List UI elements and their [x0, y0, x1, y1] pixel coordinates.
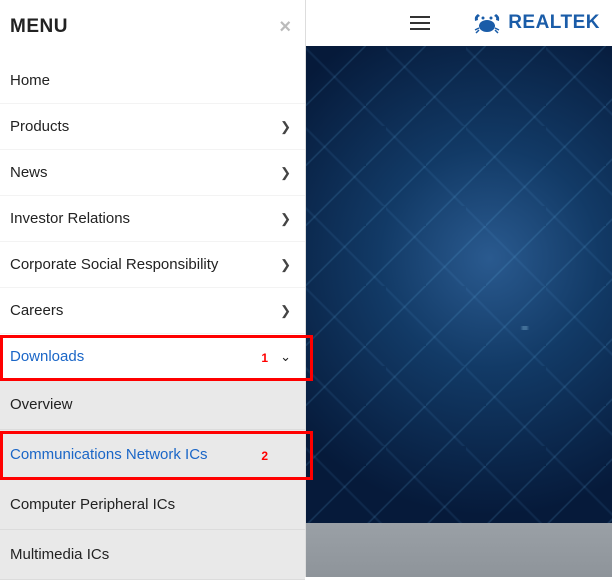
sub-item-label: Communications Network ICs [10, 446, 208, 463]
brand-logo[interactable]: REALTEK [472, 10, 600, 36]
hero-footer-strip [306, 523, 612, 577]
chevron-right-icon: ❯ [280, 119, 291, 135]
brand-text: REALTEK [508, 12, 600, 34]
menu-item-csr[interactable]: Corporate Social Responsibility ❯ [0, 242, 305, 288]
menu-item-label: Careers [10, 302, 63, 319]
sub-item-multimedia-ics[interactable]: Multimedia ICs [0, 530, 305, 580]
menu-item-label: Products [10, 118, 69, 135]
hero-background [306, 46, 612, 577]
menu-panel: MENU × Home Products ❯ News ❯ Investor R… [0, 0, 306, 577]
menu-item-label: Home [10, 72, 50, 89]
sub-item-computer-peripheral-ics[interactable]: Computer Peripheral ICs [0, 480, 305, 530]
menu-item-label: News [10, 164, 48, 181]
chevron-right-icon: ❯ [280, 211, 291, 227]
sub-item-label: Overview [10, 396, 73, 413]
chevron-down-icon: ⌄ [280, 349, 291, 365]
sub-item-label: Computer Peripheral ICs [10, 496, 175, 513]
menu-item-news[interactable]: News ❯ [0, 150, 305, 196]
menu-item-label: Investor Relations [10, 210, 130, 227]
close-icon[interactable]: × [279, 17, 291, 37]
sub-item-comm-network-ics[interactable]: Communications Network ICs [0, 430, 305, 480]
sub-item-overview[interactable]: Overview [0, 380, 305, 430]
menu-item-products[interactable]: Products ❯ [0, 104, 305, 150]
chevron-right-icon: ❯ [280, 165, 291, 181]
hamburger-icon[interactable] [410, 16, 430, 30]
crab-icon [472, 10, 502, 36]
menu-item-label: Downloads [10, 348, 84, 365]
downloads-submenu: Overview Communications Network ICs Comp… [0, 380, 305, 580]
topbar: REALTEK [306, 0, 612, 46]
sub-item-label: Multimedia ICs [10, 546, 109, 563]
menu-header: MENU × [0, 0, 305, 58]
menu-item-careers[interactable]: Careers ❯ [0, 288, 305, 334]
chevron-right-icon: ❯ [280, 303, 291, 319]
menu-item-downloads[interactable]: Downloads ⌄ [0, 334, 305, 380]
menu-item-investor-relations[interactable]: Investor Relations ❯ [0, 196, 305, 242]
menu-item-home[interactable]: Home [0, 58, 305, 104]
menu-list: Home Products ❯ News ❯ Investor Relation… [0, 58, 305, 580]
menu-item-label: Corporate Social Responsibility [10, 256, 218, 273]
menu-title: MENU [10, 16, 68, 38]
chevron-right-icon: ❯ [280, 257, 291, 273]
